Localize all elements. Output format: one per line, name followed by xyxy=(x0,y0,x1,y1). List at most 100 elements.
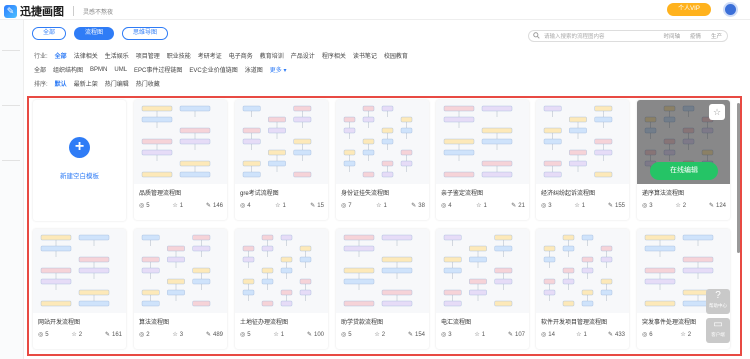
logo[interactable]: ✎ 迅捷画图 灵感不熬夜 xyxy=(4,3,113,19)
tab-all[interactable]: 全部 xyxy=(32,27,67,40)
edits-count: 100 xyxy=(313,331,324,338)
filter-item[interactable]: 全部 xyxy=(55,51,67,60)
edits-stat: ✎ 433 xyxy=(607,331,625,339)
filter-item[interactable]: 项目管理 xyxy=(136,51,160,60)
template-card[interactable]: 算法流程图 ◎ 2 ☆ 3 ✎ 489 xyxy=(134,229,227,349)
views-stat: ◎ 4 xyxy=(441,202,452,210)
filter-item[interactable]: 法律相关 xyxy=(74,51,98,60)
top-bar: ✎ 迅捷画图 灵感不熬夜 个人VIP xyxy=(0,0,750,20)
filter-item[interactable]: 校园教育 xyxy=(384,51,408,60)
avatar[interactable] xyxy=(723,2,738,17)
template-thumbnail xyxy=(33,229,126,313)
edits-icon: ✎ xyxy=(407,332,413,338)
filter-item[interactable]: 生活娱乐 xyxy=(105,51,129,60)
filter-item[interactable]: 读书笔记 xyxy=(353,51,377,60)
search-keyword[interactable]: 疫情 xyxy=(690,32,701,40)
filter-item[interactable]: BPMN xyxy=(90,67,107,73)
desktop-icon: ▭ xyxy=(713,319,723,330)
filter-item[interactable]: 电子商务 xyxy=(229,51,253,60)
online-edit-button[interactable]: 在线编辑 xyxy=(650,162,718,180)
views-count: 7 xyxy=(348,202,352,209)
vip-button[interactable]: 个人VIP xyxy=(667,3,711,16)
views-count: 4 xyxy=(448,202,452,209)
scrollbar[interactable] xyxy=(737,103,740,253)
views-count: 6 xyxy=(649,331,653,338)
template-thumbnail xyxy=(235,229,328,313)
filter-item[interactable]: 全部 xyxy=(34,65,46,74)
search-box[interactable]: 请输入搜索的流程图内容 时间轴 疫情 生产 xyxy=(528,30,728,42)
views-count: 3 xyxy=(448,331,452,338)
likes-count: 3 xyxy=(179,331,184,338)
sort-item[interactable]: 热门编辑 xyxy=(105,79,129,88)
template-card[interactable]: 土地征办理流程图 ◎ 5 ☆ 1 ✎ 100 xyxy=(235,229,328,349)
filter-item[interactable]: 程序相关 xyxy=(322,51,346,60)
views-stat: ◎ 2 xyxy=(139,331,150,339)
search-icon xyxy=(533,31,540,41)
edits-count: 489 xyxy=(212,331,223,338)
filter-item[interactable]: 组织结构图 xyxy=(53,65,83,74)
edits-count: 124 xyxy=(715,202,726,209)
views-count: 5 xyxy=(348,331,352,338)
sort-item[interactable]: 默认 xyxy=(55,79,67,88)
tab-mindmap[interactable]: 思维导图 xyxy=(122,27,169,40)
filter-item[interactable]: 考研考证 xyxy=(198,51,222,60)
likes-stat: ☆ 1 xyxy=(172,202,183,210)
template-thumbnail xyxy=(436,100,529,184)
filter-item[interactable]: UML xyxy=(114,67,127,73)
likes-stat: ☆ 1 xyxy=(376,202,387,210)
star-icon[interactable]: ☆ xyxy=(709,104,725,120)
edits-icon: ✎ xyxy=(104,332,110,338)
filter-item[interactable]: 产品设计 xyxy=(291,51,315,60)
filter-item[interactable]: 职业技能 xyxy=(167,51,191,60)
views-stat: ◎ 3 xyxy=(642,202,653,210)
template-card[interactable]: 助学贷款流程图 ◎ 5 ☆ 2 ✎ 154 xyxy=(336,229,429,349)
client-button[interactable]: ▭ 客户端 xyxy=(706,318,730,343)
likes-stat: ☆ 2 xyxy=(675,202,687,210)
category-tabs: 全部 流程图 思维导图 xyxy=(32,27,169,40)
edits-count: 161 xyxy=(111,331,122,338)
template-card[interactable]: 身份证挂失流程图 ◎ 7 ☆ 1 ✎ 38 xyxy=(336,100,429,220)
more-button[interactable]: 更多 ▾ xyxy=(270,65,287,74)
template-card[interactable]: 经济纠纷起诉流程图 ◎ 3 ☆ 1 ✎ 155 xyxy=(536,100,629,220)
new-blank-template-card[interactable]: + 新建空白模板 xyxy=(33,100,126,221)
filter-item[interactable]: EVC企业价值链图 xyxy=(189,65,237,74)
search-input[interactable]: 请输入搜索的流程图内容 xyxy=(544,32,658,40)
views-stat: ◎ 5 xyxy=(38,331,49,339)
views-stat: ◎ 3 xyxy=(441,331,452,339)
tab-flowchart[interactable]: 流程图 xyxy=(74,27,115,40)
views-count: 5 xyxy=(45,331,49,338)
likes-count: 2 xyxy=(682,202,687,209)
filter-item[interactable]: 教育培训 xyxy=(260,51,284,60)
industry-filter: 行业: 全部 法律相关 生活娱乐 项目管理 职业技能 考研考证 电子商务 教育培… xyxy=(34,51,408,60)
left-sidebar xyxy=(0,20,24,359)
edits-icon: ✎ xyxy=(607,332,613,338)
views-icon: ◎ xyxy=(139,332,145,338)
logo-icon: ✎ xyxy=(4,4,17,18)
likes-stat: ☆ 2 xyxy=(680,331,691,339)
divider xyxy=(73,6,74,16)
template-card[interactable]: 网站开发流程图 ◎ 5 ☆ 2 ✎ 161 xyxy=(33,229,126,349)
sort-bar: 排序: 默认 最新上架 热门编辑 热门收藏 xyxy=(34,79,160,88)
likes-stat: ☆ 3 xyxy=(172,331,184,339)
edits-icon: ✎ xyxy=(205,332,211,338)
template-card[interactable]: 在线编辑 ☆ 递序算法流程图 ◎ 3 ☆ 2 ✎ 124 xyxy=(637,100,730,220)
sort-item[interactable]: 热门收藏 xyxy=(136,79,160,88)
sort-label: 排序: xyxy=(34,82,48,88)
edits-count: 21 xyxy=(518,202,525,209)
search-keyword[interactable]: 时间轴 xyxy=(663,32,680,40)
template-card[interactable]: gre考试流程图 ◎ 4 ☆ 1 ✎ 15 xyxy=(235,100,328,220)
template-card[interactable]: 软件开发项目管理流程图 ◎ 14 ☆ 1 ✎ 433 xyxy=(536,229,629,349)
template-title: 土地征办理流程图 xyxy=(240,320,289,326)
template-card[interactable]: 亲子鉴定流程图 ◎ 4 ☆ 1 ✎ 21 xyxy=(436,100,529,220)
edits-count: 154 xyxy=(414,331,425,338)
filter-item[interactable]: 泳道图 xyxy=(245,65,263,74)
edits-stat: ✎ 161 xyxy=(104,331,122,339)
help-label: 帮助中心 xyxy=(709,303,727,308)
search-keyword[interactable]: 生产 xyxy=(711,32,722,40)
template-stats: ◎ 4 ☆ 1 ✎ 15 xyxy=(240,202,324,210)
sort-item[interactable]: 最新上架 xyxy=(74,79,98,88)
help-button[interactable]: ? 帮助中心 xyxy=(706,289,730,314)
template-card[interactable]: 品质管理流程图 ◎ 5 ☆ 1 ✎ 146 xyxy=(134,100,227,220)
filter-item[interactable]: EPC事件过程链图 xyxy=(134,65,182,74)
template-card[interactable]: 电汇流程图 ◎ 3 ☆ 1 ✎ 107 xyxy=(436,229,529,349)
